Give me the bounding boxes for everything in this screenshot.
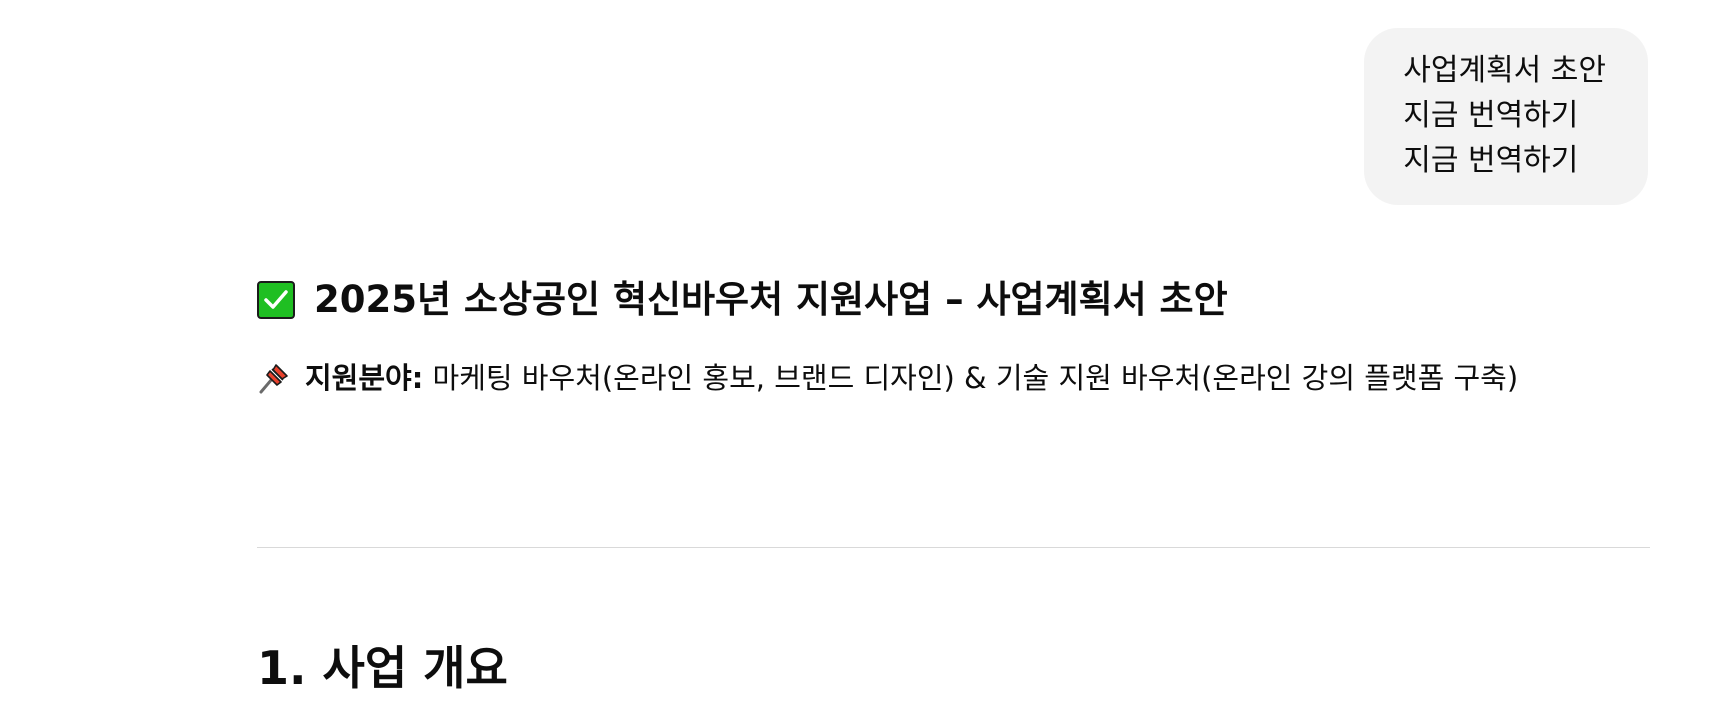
user-message-line: 지금 번역하기 <box>1403 98 1579 133</box>
user-message-line: 지금 번역하기 <box>1403 143 1579 178</box>
support-area-label: 지원분야: <box>305 361 424 395</box>
response-title: 2025년 소상공인 혁신바우처 지원사업 – 사업계획서 초안 <box>257 272 1650 328</box>
section-divider <box>257 547 1650 548</box>
check-mark-button-icon <box>257 281 295 319</box>
pushpin-icon <box>257 359 293 395</box>
user-message-bubble: 사업계획서 초안 지금 번역하기 지금 번역하기 <box>1364 28 1648 205</box>
support-area-text: 마케팅 바우처(온라인 홍보, 브랜드 디자인) & 기술 지원 바우처(온라인… <box>423 361 1519 395</box>
response-title-text: 2025년 소상공인 혁신바우처 지원사업 – 사업계획서 초안 <box>314 278 1228 321</box>
section-heading: 1. 사업 개요 <box>257 641 508 695</box>
support-area-paragraph: 지원분야: 마케팅 바우처(온라인 홍보, 브랜드 디자인) & 기술 지원 바… <box>257 352 1650 404</box>
user-message-line: 사업계획서 초안 <box>1403 53 1606 88</box>
assistant-response: 2025년 소상공인 혁신바우처 지원사업 – 사업계획서 초안 지원분야: 마… <box>257 272 1650 404</box>
